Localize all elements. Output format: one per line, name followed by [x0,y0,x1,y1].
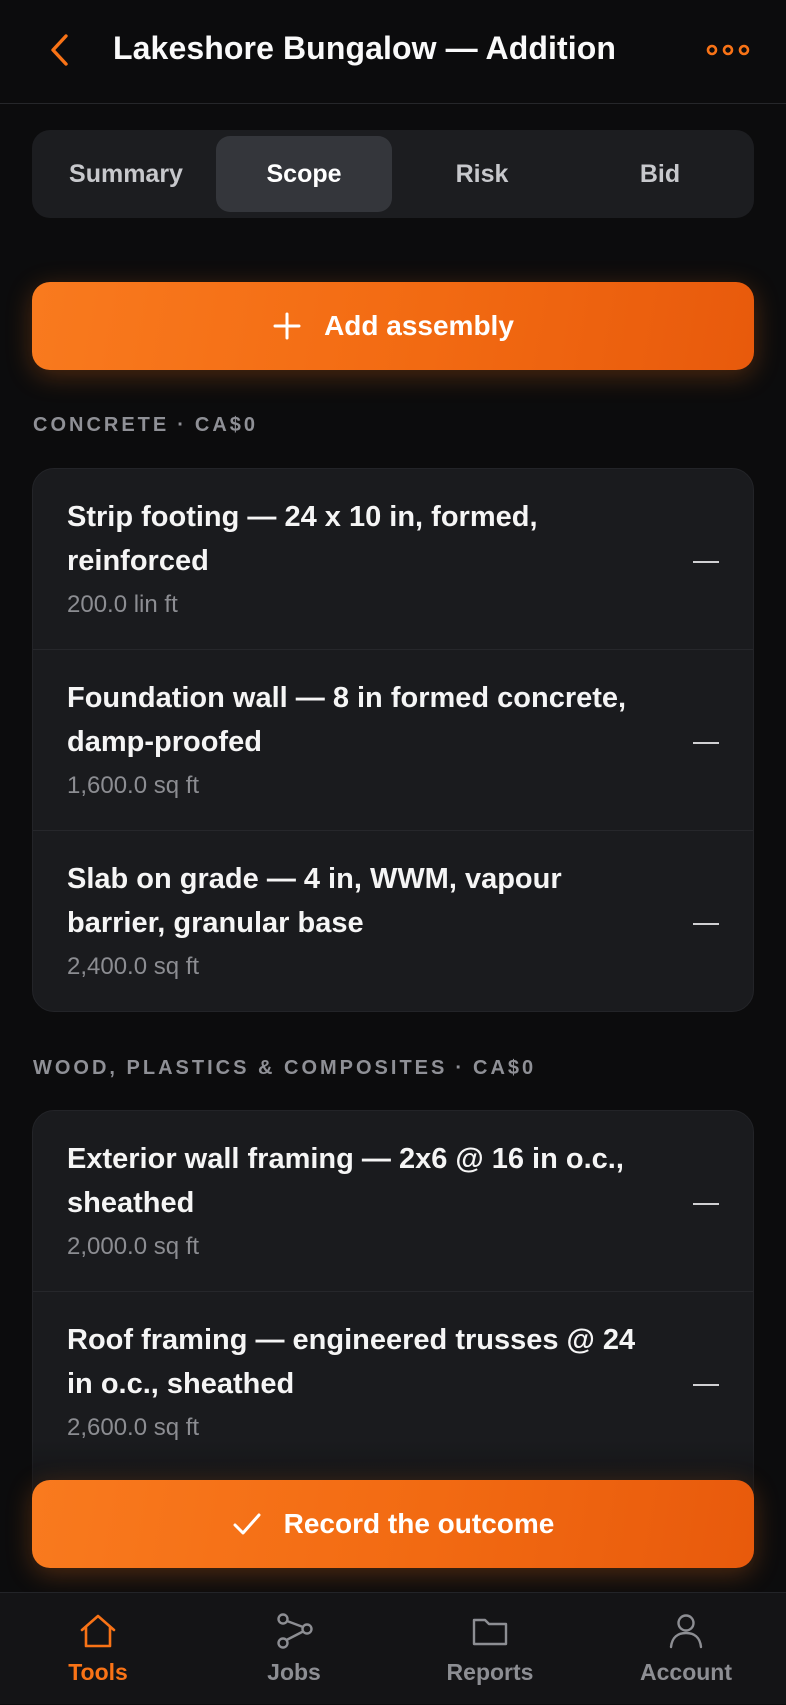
section-name: Wood, Plastics & Composites [33,1057,448,1079]
assembly-quantity: 2,600.0 sq ft [67,1414,200,1441]
assembly-name: Strip footing — 24 x 10 in, formed, rein… [67,501,538,577]
tab-label: Tools [68,1659,128,1685]
tab-account[interactable]: Account [588,1593,784,1705]
tab-label: Jobs [267,1659,321,1685]
chevron-left-icon [51,34,68,66]
assembly-cost [693,923,719,925]
list-item[interactable]: Slab on grade — 4 in, WWM, vapour barrie… [33,831,753,1011]
more-horizontal-icon [706,44,750,56]
section-total: CA$0 [194,414,259,436]
assembly-card-concrete: Strip footing — 24 x 10 in, formed, rein… [32,468,754,1012]
assembly-name: Foundation wall — 8 in formed concrete, … [67,682,627,758]
list-item[interactable]: Exterior wall framing — 2x6 @ 16 in o.c.… [33,1111,753,1291]
tab-label: Reports [446,1659,534,1685]
section-tabs: Summary Scope Risk Bid [32,130,754,218]
assembly-quantity: 2,400.0 sq ft [67,953,200,980]
folder-icon [472,1618,508,1646]
section-total: CA$0 [473,1057,537,1079]
assembly-quantity: 2,000.0 sq ft [67,1233,200,1260]
assembly-cost [693,561,719,563]
bottom-tab-bar: Tools Jobs Reports Account [0,1592,786,1704]
section-header-wood: Wood, Plastics & Composites · CA$0 [33,1057,537,1079]
share-nodes-icon [277,1613,313,1649]
assembly-quantity: 200.0 lin ft [67,591,178,618]
add-assembly-button[interactable]: Add assembly [32,282,754,370]
plus-icon [273,312,301,340]
tab-summary[interactable]: Summary [38,136,214,212]
tab-risk[interactable]: Risk [394,136,570,212]
assembly-name: Slab on grade — 4 in, WWM, vapour barrie… [67,863,562,939]
tab-label: Account [640,1659,732,1685]
record-outcome-label: Record the outcome [283,1508,555,1539]
section-name: Concrete [33,414,170,436]
tab-jobs[interactable]: Jobs [196,1593,392,1705]
assembly-name: Exterior wall framing — 2x6 @ 16 in o.c.… [67,1143,624,1219]
more-options-button[interactable] [706,36,750,64]
home-icon [80,1614,116,1648]
app-header: Lakeshore Bungalow — Addition [0,0,786,104]
assembly-cost [693,1384,719,1386]
list-item[interactable]: Foundation wall — 8 in formed concrete, … [33,650,753,830]
check-icon [233,1513,261,1535]
assembly-name: Roof framing — engineered trusses @ 24 i… [67,1324,636,1400]
assembly-quantity: 1,600.0 sq ft [67,772,200,799]
tab-tools[interactable]: Tools [0,1593,196,1705]
list-item[interactable]: Strip footing — 24 x 10 in, formed, rein… [33,469,753,649]
add-assembly-label: Add assembly [324,310,514,341]
tab-bid[interactable]: Bid [572,136,748,212]
back-button[interactable] [40,30,80,70]
page-title: Lakeshore Bungalow — Addition [113,30,617,66]
assembly-cost [693,742,719,744]
tab-reports[interactable]: Reports [392,1593,588,1705]
section-header-concrete: Concrete · CA$0 [33,414,259,436]
assembly-cost [693,1203,719,1205]
record-outcome-button[interactable]: Record the outcome [32,1480,754,1568]
tab-scope[interactable]: Scope [216,136,392,212]
user-icon [669,1614,703,1649]
